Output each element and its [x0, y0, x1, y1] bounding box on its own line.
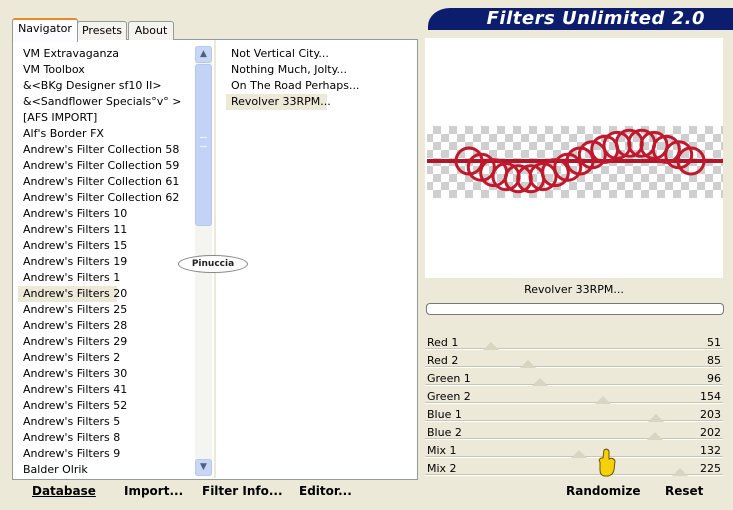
slider-track[interactable]	[425, 402, 723, 404]
category-item[interactable]: Andrew's Filters 2	[18, 350, 194, 366]
category-item[interactable]: Andrew's Filters 25	[18, 302, 194, 318]
slider-track[interactable]	[425, 348, 723, 350]
randomize-button[interactable]: Randomize	[566, 484, 640, 498]
scroll-down-button[interactable]: ▼	[195, 459, 212, 476]
parameter-sliders[interactable]: Red 1 51 Red 2 85 Green 1 96 Green 2 154 Blue 12…	[425, 334, 723, 478]
app-title: Filters Unlimited 2.0	[486, 8, 705, 29]
slider-thumb[interactable]	[519, 360, 536, 368]
slider-thumb[interactable]	[647, 432, 664, 440]
filter-item[interactable]: Nothing Much, Jolty...	[226, 62, 416, 78]
database-button-label: Database	[32, 484, 96, 498]
category-item[interactable]: [AFS IMPORT]	[18, 110, 194, 126]
category-list[interactable]: VM Extravaganza VM Toolbox &<BKg Designer …	[18, 46, 194, 476]
slider-row[interactable]: Blue 1 203	[425, 406, 723, 424]
slider-row[interactable]: Mix 2 225	[425, 460, 723, 478]
database-button[interactable]: Database	[32, 484, 96, 498]
preview-image	[427, 126, 723, 198]
slider-thumb[interactable]	[531, 378, 548, 386]
filter-item[interactable]: On The Road Perhaps...	[226, 78, 416, 94]
watermark-pinuccia: Pinuccia	[178, 255, 248, 273]
category-item[interactable]: VM Toolbox	[18, 62, 194, 78]
editor-button[interactable]: Editor...	[299, 484, 352, 498]
preview-area	[425, 38, 723, 278]
category-item[interactable]: Andrew's Filters 5	[18, 414, 194, 430]
category-item[interactable]: Andrew's Filters 9	[18, 446, 194, 462]
category-item[interactable]: Balder Olrik	[18, 462, 194, 476]
scroll-thumb[interactable]	[195, 64, 212, 226]
slider-thumb[interactable]	[594, 396, 611, 404]
pointer-hand-icon	[598, 448, 616, 477]
category-item[interactable]: Alf's Border FX	[18, 126, 194, 142]
slider-track[interactable]	[425, 438, 723, 440]
progress-bar	[426, 303, 724, 315]
category-item[interactable]: Andrew's Filters 20	[18, 286, 127, 302]
category-item[interactable]: Andrew's Filters 15	[18, 238, 194, 254]
tab-navigator[interactable]: Navigator	[12, 18, 78, 42]
slider-thumb[interactable]	[648, 414, 665, 422]
filter-item[interactable]: Not Vertical City...	[226, 46, 416, 62]
category-item[interactable]: Andrew's Filter Collection 62	[18, 190, 194, 206]
category-item[interactable]: Andrew's Filter Collection 61	[18, 174, 194, 190]
category-item[interactable]: Andrew's Filters 29	[18, 334, 194, 350]
category-item[interactable]: Andrew's Filters 52	[18, 398, 194, 414]
filter-item[interactable]: Revolver 33RPM...	[226, 94, 331, 110]
category-item[interactable]: Andrew's Filters 8	[18, 430, 194, 446]
slider-track[interactable]	[425, 420, 723, 422]
category-item[interactable]: &<Sandflower Specials°v° >	[18, 94, 194, 110]
slider-row[interactable]: Blue 2 202	[425, 424, 723, 442]
slider-row[interactable]: Red 2 85	[425, 352, 723, 370]
import-button[interactable]: Import...	[124, 484, 183, 498]
slider-track[interactable]	[425, 366, 723, 368]
category-item[interactable]: Andrew's Filter Collection 59	[18, 158, 194, 174]
slider-thumb[interactable]	[672, 468, 689, 476]
category-item[interactable]: Andrew's Filters 1	[18, 270, 194, 286]
category-item[interactable]: &<BKg Designer sf10 II>	[18, 78, 194, 94]
tab-presets[interactable]: Presets	[77, 21, 127, 40]
category-item[interactable]: Andrew's Filters 41	[18, 382, 194, 398]
slider-track[interactable]	[425, 384, 723, 386]
slider-row[interactable]: Green 1 96	[425, 370, 723, 388]
category-item[interactable]: Andrew's Filters 11	[18, 222, 194, 238]
reset-button[interactable]: Reset	[665, 484, 703, 498]
title-banner: Filters Unlimited 2.0	[428, 8, 733, 30]
tab-about[interactable]: About	[128, 21, 174, 40]
category-item[interactable]: Andrew's Filters 28	[18, 318, 194, 334]
filter-info-button[interactable]: Filter Info...	[202, 484, 283, 498]
slider-row[interactable]: Green 2 154	[425, 388, 723, 406]
category-item[interactable]: Andrew's Filters 10	[18, 206, 194, 222]
scroll-up-button[interactable]: ▲	[195, 46, 212, 63]
slider-row[interactable]: Mix 1 132	[425, 442, 723, 460]
slider-thumb[interactable]	[482, 342, 499, 350]
grip-icon	[200, 137, 207, 147]
category-item[interactable]: Andrew's Filter Collection 58	[18, 142, 194, 158]
slider-row[interactable]: Red 1 51	[425, 334, 723, 352]
slider-thumb[interactable]	[570, 450, 587, 458]
category-item[interactable]: VM Extravaganza	[18, 46, 194, 62]
category-item[interactable]: Andrew's Filters 30	[18, 366, 194, 382]
filter-list[interactable]: Not Vertical City... Nothing Much, Jolty.…	[226, 46, 416, 110]
category-item[interactable]: Andrew's Filters 19	[18, 254, 194, 270]
preview-filter-name: Revolver 33RPM...	[524, 283, 624, 296]
